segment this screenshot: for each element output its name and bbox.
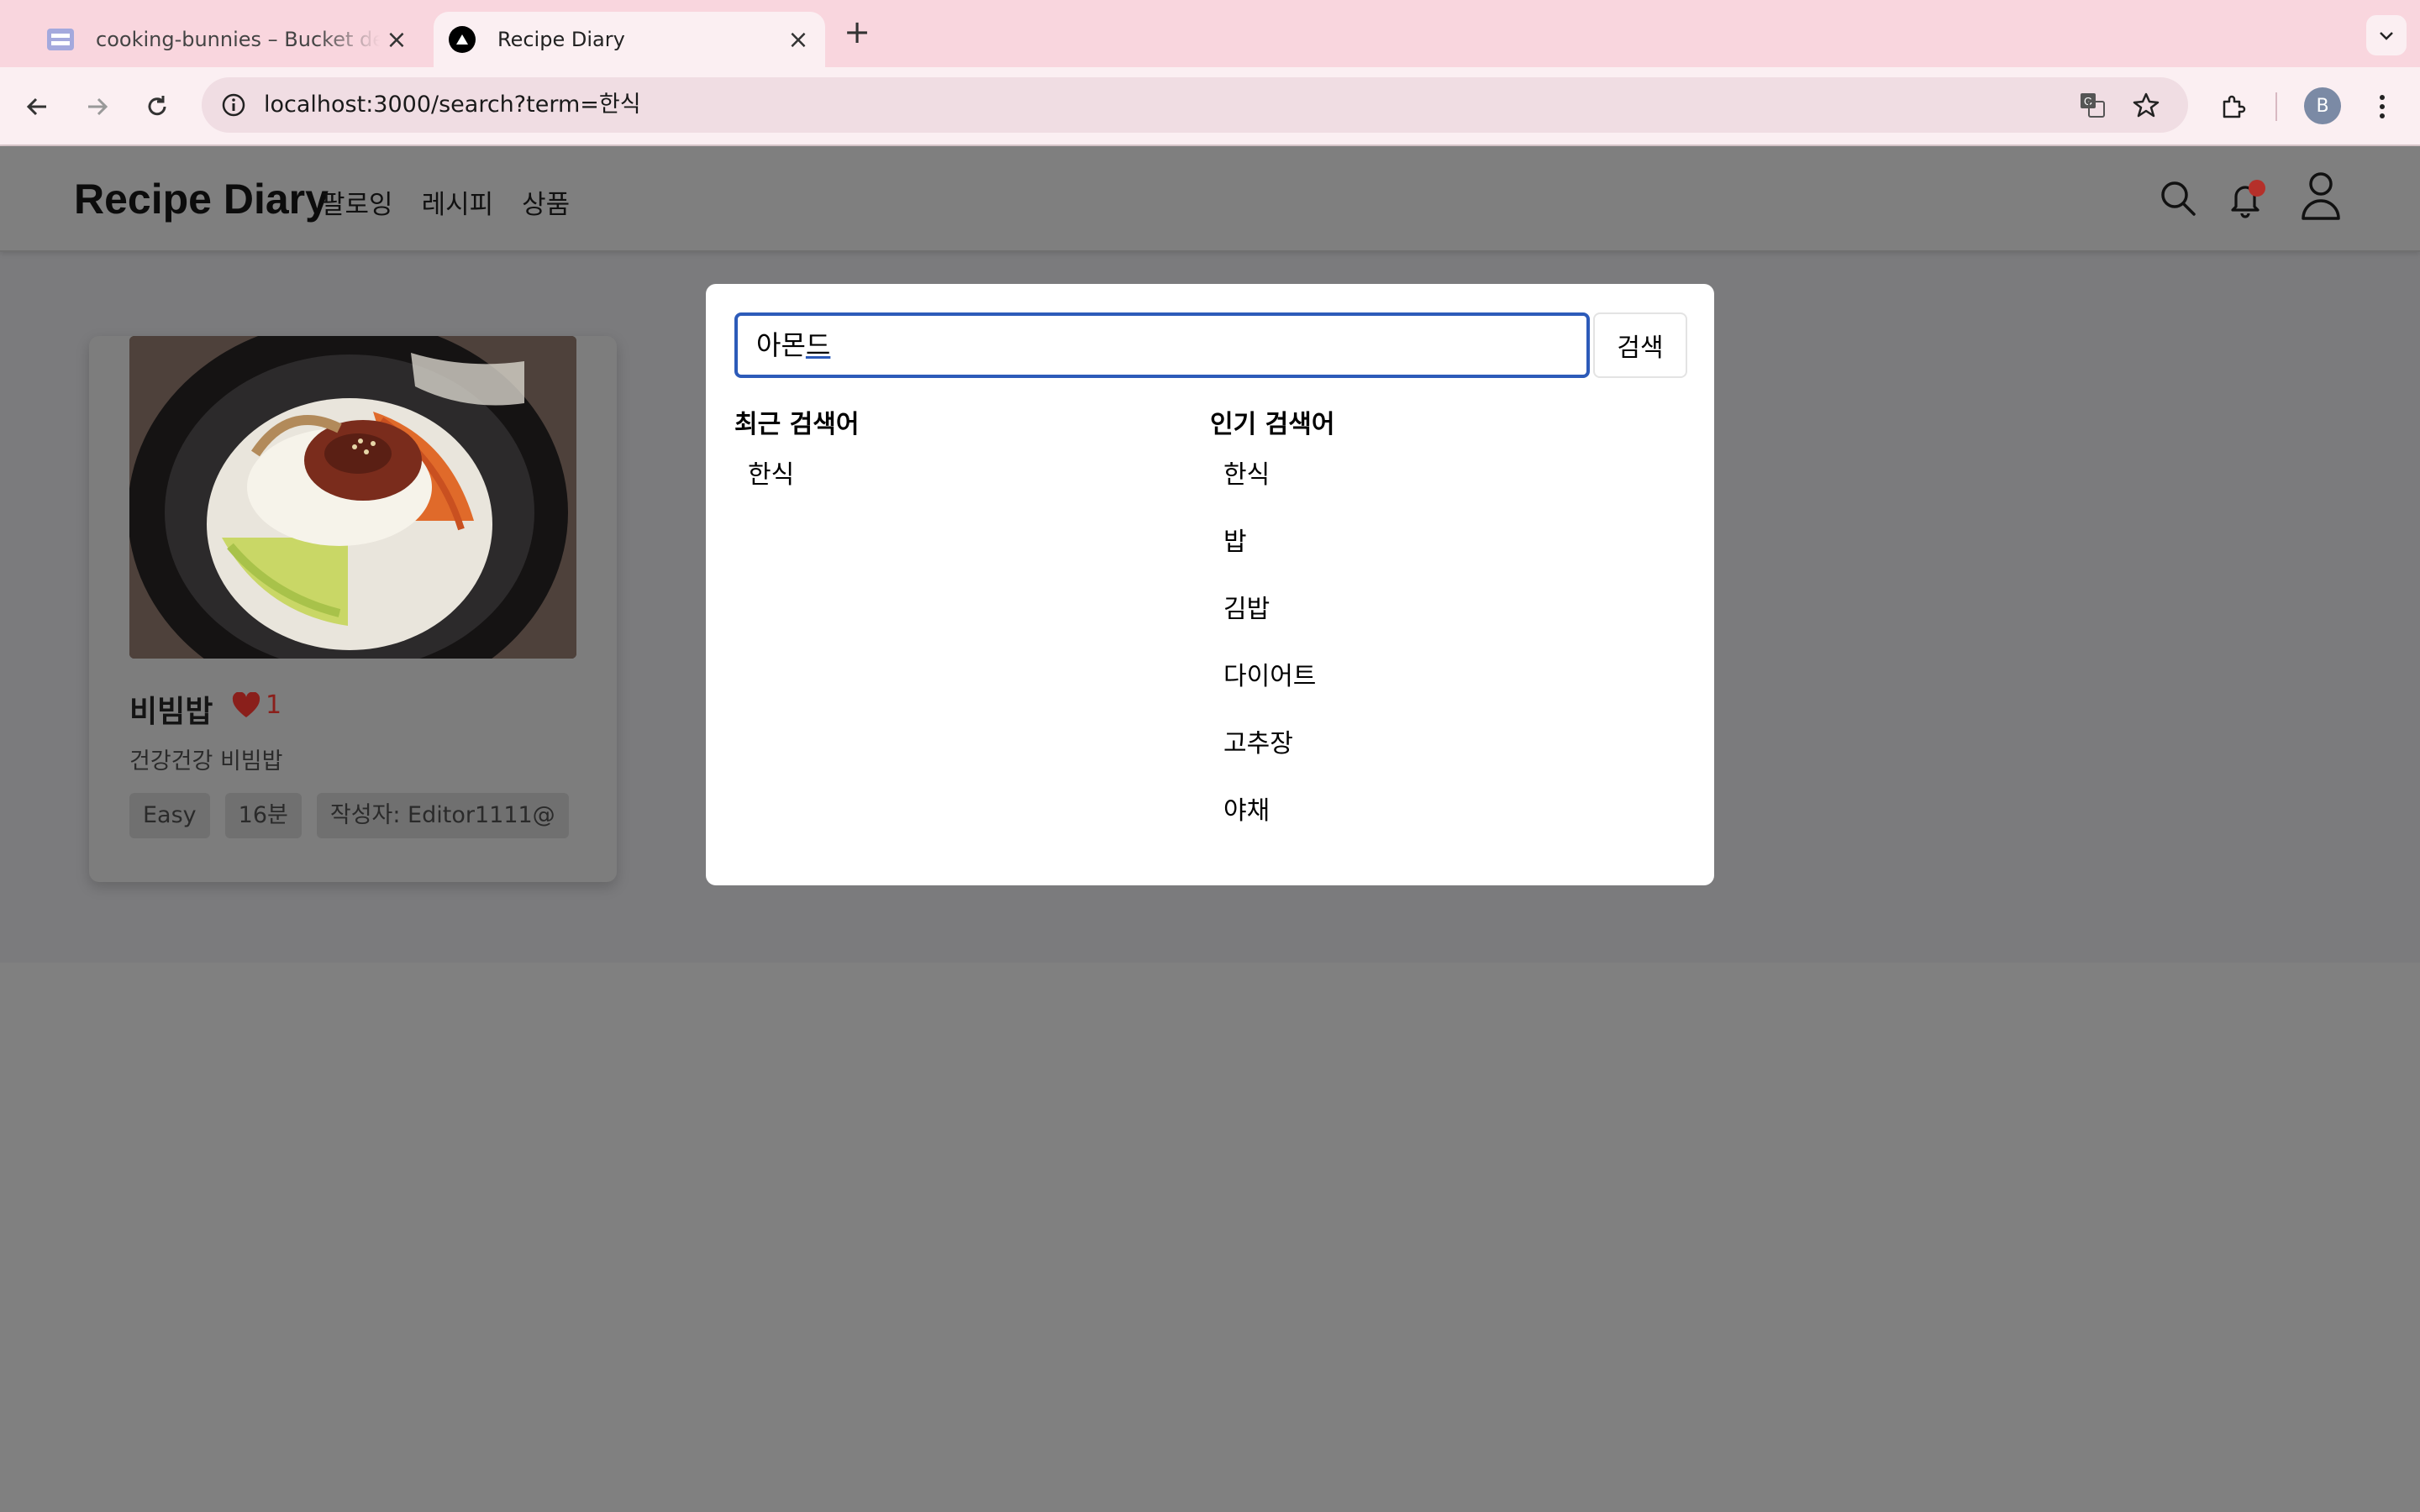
recipe-title[interactable]: 비빔밥: [129, 687, 213, 731]
popular-search-item[interactable]: 다이어트: [1210, 660, 1316, 727]
time-tag: 16분: [224, 793, 302, 838]
like-count[interactable]: 1: [232, 690, 281, 720]
difficulty-tag: Easy: [129, 793, 210, 838]
extensions-puzzle-icon[interactable]: [2212, 86, 2254, 128]
triangle-favicon-icon: [449, 26, 476, 53]
recent-search-item[interactable]: 한식: [734, 459, 794, 526]
tab-title: cooking-bunnies – Bucket de: [96, 28, 380, 51]
back-arrow-icon[interactable]: [17, 86, 59, 128]
url-text[interactable]: localhost:3000/search?term=한식: [264, 77, 641, 133]
forward-arrow-icon[interactable]: [76, 86, 118, 128]
bucket-favicon-icon: [47, 29, 74, 50]
popular-searches-list: 한식 밥 김밥 다이어트 고추장 야채: [1210, 459, 1316, 862]
search-modal: 아몬드 검색 최근 검색어 한식 인기 검색어 한식 밥 김밥 다이어트 고추장…: [706, 284, 1714, 885]
translate-icon[interactable]: G: [2072, 85, 2112, 125]
nav-recipes[interactable]: 레시피: [422, 183, 494, 221]
search-input-text: 아몬: [756, 329, 806, 361]
popular-searches-title: 인기 검색어: [1210, 410, 1335, 439]
search-input[interactable]: 아몬드: [734, 312, 1590, 378]
recipe-photo[interactable]: [129, 336, 576, 659]
close-tab-icon[interactable]: ×: [781, 23, 815, 56]
browser-toolbar: localhost:3000/search?term=한식 G: [0, 67, 2420, 146]
heart-icon[interactable]: [232, 691, 260, 719]
nav-products[interactable]: 상품: [522, 183, 570, 221]
tab-cooking-bunnies[interactable]: cooking-bunnies – Bucket de ×: [30, 12, 424, 67]
popular-search-item[interactable]: 한식: [1210, 459, 1316, 526]
recent-searches-list: 한식: [734, 459, 794, 526]
search-button[interactable]: 검색: [1593, 312, 1687, 378]
notification-dot: [2249, 180, 2265, 197]
search-icon[interactable]: [2154, 175, 2202, 222]
tab-strip: cooking-bunnies – Bucket de × Recipe Dia…: [0, 0, 2420, 67]
recipe-tags: Easy 16분 작성자: Editor1111@: [129, 793, 569, 838]
popular-search-item[interactable]: 밥: [1210, 526, 1316, 593]
reload-icon[interactable]: [136, 86, 178, 128]
popular-search-item[interactable]: 야채: [1210, 795, 1316, 862]
user-profile-icon[interactable]: [2296, 168, 2346, 223]
tab-recipe-diary[interactable]: Recipe Diary ×: [434, 12, 825, 67]
nav-following[interactable]: 팔로잉: [321, 183, 393, 221]
close-tab-icon[interactable]: ×: [380, 23, 413, 56]
toolbar-separator: [2275, 92, 2277, 121]
new-tab-plus-icon[interactable]: +: [840, 13, 874, 50]
profile-avatar[interactable]: B: [2304, 87, 2341, 124]
ime-composition-char: 드: [805, 329, 831, 361]
like-number: 1: [266, 690, 282, 720]
popular-search-item[interactable]: 김밥: [1210, 593, 1316, 660]
page-content: Recipe Diary 팔로잉 레시피 상품 비빔밥 1 건강건강 비빔밥 E…: [0, 146, 2420, 1512]
tab-search-chevron-icon[interactable]: [2366, 15, 2407, 55]
site-header: Recipe Diary 팔로잉 레시피 상품: [0, 146, 2420, 252]
site-logo[interactable]: Recipe Diary: [74, 175, 329, 223]
recipe-card[interactable]: 비빔밥 1 건강건강 비빔밥 Easy 16분 작성자: Editor1111@: [89, 336, 617, 882]
site-info-icon[interactable]: [213, 85, 254, 125]
bookmark-star-icon[interactable]: [2126, 85, 2166, 125]
main-nav: 팔로잉 레시피 상품: [321, 183, 570, 221]
author-tag: 작성자: Editor1111@: [316, 793, 569, 838]
recent-searches-title: 최근 검색어: [734, 410, 860, 439]
address-bar[interactable]: localhost:3000/search?term=한식 G: [202, 77, 2188, 133]
recipe-description: 건강건강 비빔밥: [129, 748, 283, 774]
popular-search-item[interactable]: 고추장: [1210, 727, 1316, 795]
tab-title: Recipe Diary: [497, 28, 625, 51]
menu-kebab-icon[interactable]: [2361, 86, 2403, 128]
